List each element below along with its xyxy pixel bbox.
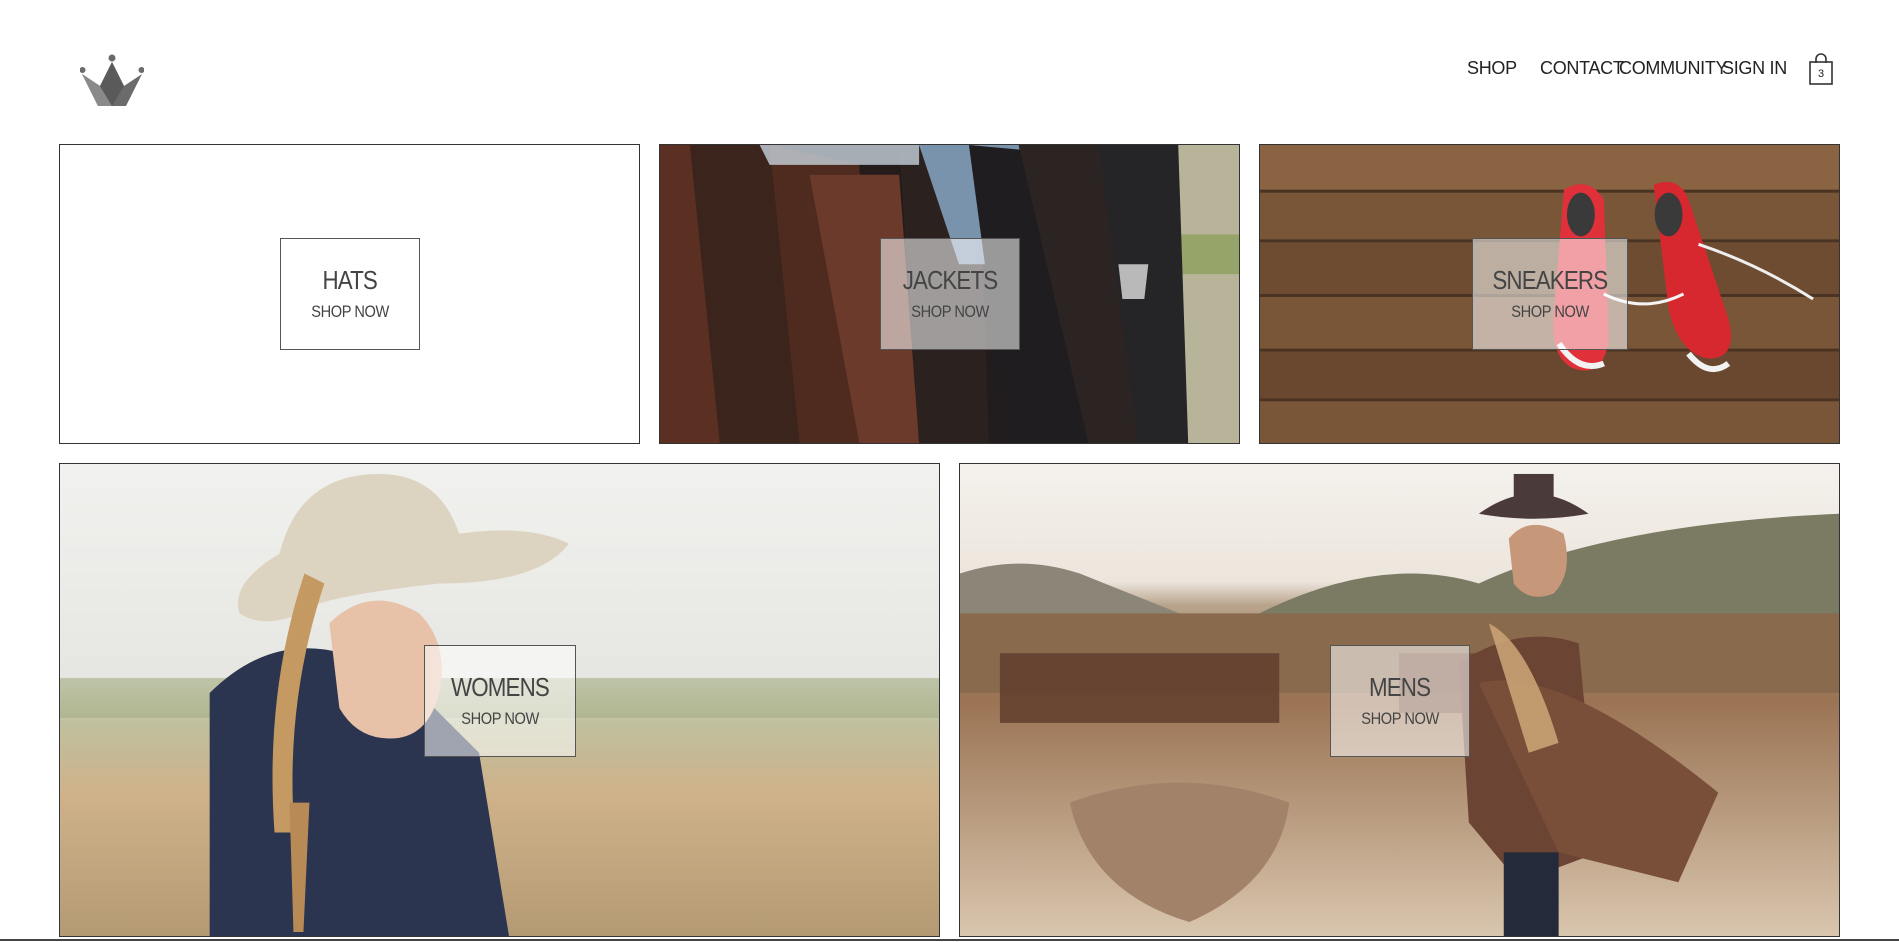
category-tile-sneakers[interactable]: SNEAKERS SHOP NOW	[1259, 144, 1840, 444]
mens-title: MENS	[1369, 672, 1431, 703]
hats-title: HATS	[322, 265, 378, 296]
jackets-title: JACKETS	[902, 265, 998, 296]
cart-count-badge: 3	[1817, 68, 1825, 80]
nav-shop[interactable]: SHOP	[1467, 58, 1517, 79]
page-bottom-divider	[0, 939, 1899, 941]
category-tile-womens[interactable]: WOMENS SHOP NOW	[59, 463, 940, 937]
womens-title: WOMENS	[451, 672, 550, 703]
crown-logo-icon[interactable]	[79, 54, 145, 108]
mens-shop-now[interactable]: SHOP NOW	[1361, 709, 1439, 729]
cart-button[interactable]: 3	[1807, 52, 1835, 86]
mens-label-box[interactable]: MENS SHOP NOW	[1330, 645, 1470, 757]
jackets-shop-now[interactable]: SHOP NOW	[911, 302, 989, 322]
category-tile-jackets[interactable]: JACKETS SHOP NOW	[659, 144, 1240, 444]
category-tile-hats[interactable]: HATS SHOP NOW	[59, 144, 640, 444]
sneakers-label-box[interactable]: SNEAKERS SHOP NOW	[1472, 238, 1628, 350]
nav-contact[interactable]: CONTACT	[1540, 58, 1624, 79]
nav-community[interactable]: COMMUNITY	[1619, 58, 1728, 79]
sneakers-shop-now[interactable]: SHOP NOW	[1511, 302, 1589, 322]
category-tile-mens[interactable]: MENS SHOP NOW	[959, 463, 1840, 937]
sneakers-title: SNEAKERS	[1492, 265, 1609, 296]
hats-shop-now[interactable]: SHOP NOW	[311, 302, 389, 322]
hats-label-box[interactable]: HATS SHOP NOW	[280, 238, 420, 350]
womens-label-box[interactable]: WOMENS SHOP NOW	[424, 645, 576, 757]
nav-sign-in[interactable]: SIGN IN	[1722, 58, 1787, 79]
womens-shop-now[interactable]: SHOP NOW	[461, 709, 539, 729]
jackets-label-box[interactable]: JACKETS SHOP NOW	[880, 238, 1020, 350]
